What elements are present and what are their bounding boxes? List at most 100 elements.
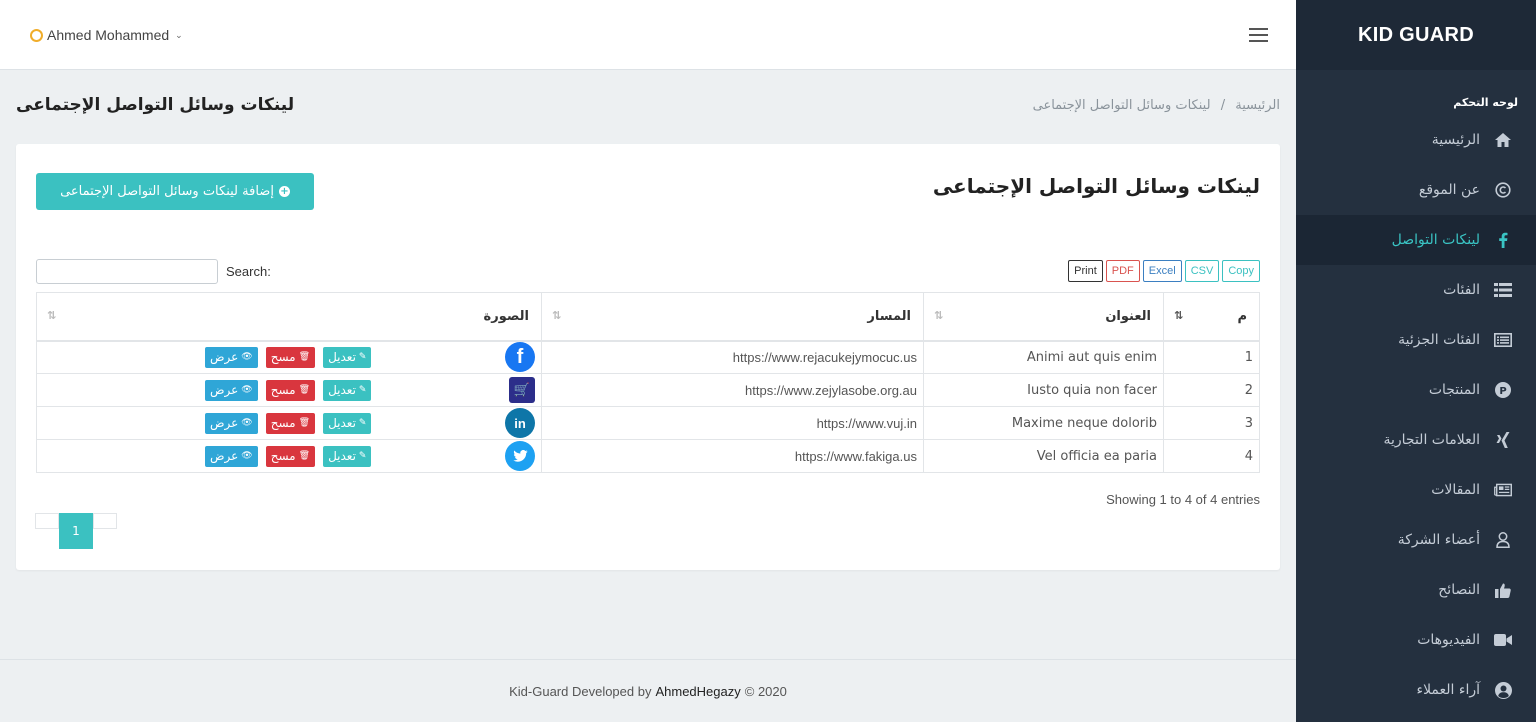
- thumbs-up-icon: [1494, 581, 1512, 599]
- sort-icon: ⇅: [47, 309, 57, 322]
- top-bar: Ahmed Mohammed ⌄: [0, 0, 1296, 70]
- sidebar-item-label: الفيديوهات: [1417, 632, 1480, 648]
- sidebar-heading: لوحه التحكم: [1453, 96, 1518, 109]
- cell-num: 3: [1163, 406, 1260, 440]
- xing-icon: [1494, 431, 1512, 449]
- sidebar-item-articles[interactable]: المقالات: [1296, 465, 1536, 515]
- sidebar-item-label: الرئيسية: [1431, 132, 1480, 148]
- view-button[interactable]: 👁 عرض: [205, 379, 258, 401]
- search-input[interactable]: [36, 259, 218, 284]
- breadcrumb: الرئيسية / لينكات وسائل التواصل الإجتماع…: [1033, 98, 1280, 113]
- sidebar-item-videos[interactable]: الفيديوهات: [1296, 615, 1536, 665]
- cell-path: https://www.zejylasobe.org.au: [541, 373, 924, 407]
- view-button[interactable]: 👁 عرض: [205, 445, 258, 467]
- sort-icon: ⇅: [934, 309, 944, 322]
- sidebar-item-label: لينكات التواصل: [1391, 232, 1480, 248]
- sidebar-item-categories[interactable]: الفئات: [1296, 265, 1536, 315]
- sidebar-item-label: المقالات: [1431, 482, 1480, 498]
- menu-toggle-icon[interactable]: [1249, 28, 1268, 42]
- page-title: لينكات وسائل التواصل الإجتماعى: [16, 95, 295, 115]
- newspaper-icon: [1494, 481, 1512, 499]
- delete-button[interactable]: 🗑 مسح: [265, 379, 316, 401]
- sidebar-item-label: عن الموقع: [1418, 182, 1480, 198]
- sidebar-item-products[interactable]: المنتجات P: [1296, 365, 1536, 415]
- video-icon: [1494, 631, 1512, 649]
- column-header-title[interactable]: العنوان ⇅: [923, 292, 1164, 342]
- delete-button[interactable]: 🗑 مسح: [265, 445, 316, 467]
- edit-button[interactable]: ✎ تعديل: [323, 412, 372, 434]
- chevron-down-icon: ⌄: [175, 29, 183, 40]
- twitter-logo-icon: [505, 441, 535, 471]
- sidebar-item-social-links[interactable]: لينكات التواصل: [1296, 215, 1536, 265]
- footer-prefix: Kid-Guard Developed by: [509, 683, 652, 699]
- sort-icon: ⇅: [1174, 309, 1184, 322]
- delete-button[interactable]: 🗑 مسح: [265, 412, 316, 434]
- breadcrumb-current: لينكات وسائل التواصل الإجتماعى: [1032, 98, 1211, 113]
- social-links-table: م ⇅ العنوان ⇅ المسار ⇅ الصورة ⇅ 1 Animi aut …: [36, 292, 1260, 473]
- user-icon: [30, 28, 43, 42]
- column-header-path[interactable]: المسار ⇅: [541, 292, 924, 342]
- sidebar-item-team[interactable]: أعضاء الشركة: [1296, 515, 1536, 565]
- sidebar-item-label: آراء العملاء: [1416, 682, 1480, 698]
- cell-title: Vel officia ea paria: [923, 439, 1164, 473]
- sidebar-item-label: الفئات الجزئية: [1398, 332, 1480, 348]
- sidebar-item-label: الفئات: [1443, 282, 1480, 298]
- cell-image: ✎ تعديل 🗑 مسح 👁 عرض: [36, 439, 542, 473]
- sidebar-item-label: العلامات التجارية: [1383, 432, 1480, 448]
- edit-button[interactable]: ✎ تعديل: [323, 445, 372, 467]
- copyright-icon: [1494, 181, 1512, 199]
- cell-title: Iusto quia non facer: [923, 373, 1164, 407]
- plus-circle-icon: +: [278, 186, 290, 197]
- copy-button[interactable]: Copy: [1222, 260, 1260, 282]
- view-button[interactable]: 👁 عرض: [205, 346, 258, 368]
- user-icon: [1494, 531, 1512, 549]
- edit-button[interactable]: ✎ تعديل: [323, 379, 372, 401]
- column-header-num[interactable]: م ⇅: [1163, 292, 1260, 342]
- pagination: 1: [35, 513, 117, 549]
- search-box: Search:: [36, 259, 271, 284]
- excel-button[interactable]: Excel: [1142, 260, 1182, 282]
- pdf-button[interactable]: PDF: [1105, 260, 1140, 282]
- column-header-image[interactable]: الصورة ⇅: [36, 292, 542, 342]
- pagination-next[interactable]: [93, 513, 117, 529]
- search-label: Search:: [226, 264, 271, 279]
- pagination-page-current[interactable]: 1: [59, 513, 93, 549]
- sidebar-item-home[interactable]: الرئيسية: [1296, 115, 1536, 165]
- table-row: 1 Animi aut quis enim https://www.rejacu…: [36, 340, 1260, 374]
- sort-icon: ⇅: [552, 309, 562, 322]
- cell-num: 1: [1163, 340, 1260, 374]
- delete-button[interactable]: 🗑 مسح: [265, 346, 316, 368]
- sidebar-item-subcategories[interactable]: الفئات الجزئية: [1296, 315, 1536, 365]
- table-row: 2 Iusto quia non facer https://www.zejyl…: [36, 373, 1260, 407]
- home-icon: [1494, 131, 1512, 149]
- view-button[interactable]: 👁 عرض: [205, 412, 258, 434]
- sidebar-item-testimonials[interactable]: آراء العملاء: [1296, 665, 1536, 715]
- product-icon: P: [1494, 381, 1512, 399]
- footer-copyright: © 2020: [744, 683, 787, 699]
- add-button-label: إضافة لينكات وسائل التواصل الإجتماعى: [60, 184, 274, 199]
- pagination-previous[interactable]: [35, 513, 59, 529]
- card-title: لينكات وسائل التواصل الإجتماعى: [932, 174, 1260, 198]
- breadcrumb-home-link[interactable]: الرئيسية: [1235, 98, 1280, 113]
- user-name: Ahmed Mohammed: [47, 27, 170, 43]
- add-social-link-button[interactable]: + إضافة لينكات وسائل التواصل الإجتماعى: [36, 173, 314, 210]
- print-button[interactable]: Print: [1068, 260, 1103, 282]
- linkedin-logo-icon: in: [505, 408, 535, 438]
- table-row: 3 Maxime neque dolorib https://www.vuj.i…: [36, 406, 1260, 440]
- svg-text:P: P: [1499, 386, 1506, 397]
- edit-button[interactable]: ✎ تعديل: [323, 346, 372, 368]
- footer-author-link[interactable]: AhmedHegazy: [655, 684, 740, 699]
- table-info: Showing 1 to 4 of 4 entries: [1106, 492, 1260, 507]
- user-circle-icon: [1494, 681, 1512, 699]
- brand-logo[interactable]: KID GUARD: [1296, 0, 1536, 70]
- sidebar-item-brands[interactable]: العلامات التجارية: [1296, 415, 1536, 465]
- cell-image: f ✎ تعديل 🗑 مسح 👁 عرض: [36, 340, 542, 374]
- csv-button[interactable]: CSV: [1184, 260, 1220, 282]
- facebook-icon: [1494, 231, 1512, 249]
- sidebar-item-tips[interactable]: النصائح: [1296, 565, 1536, 615]
- cell-title: Animi aut quis enim: [923, 340, 1164, 374]
- sidebar-item-about[interactable]: عن الموقع: [1296, 165, 1536, 215]
- content-card: لينكات وسائل التواصل الإجتماعى + إضافة ل…: [16, 144, 1280, 570]
- sidebar-item-label: أعضاء الشركة: [1397, 532, 1480, 548]
- user-menu[interactable]: Ahmed Mohammed ⌄: [30, 27, 183, 43]
